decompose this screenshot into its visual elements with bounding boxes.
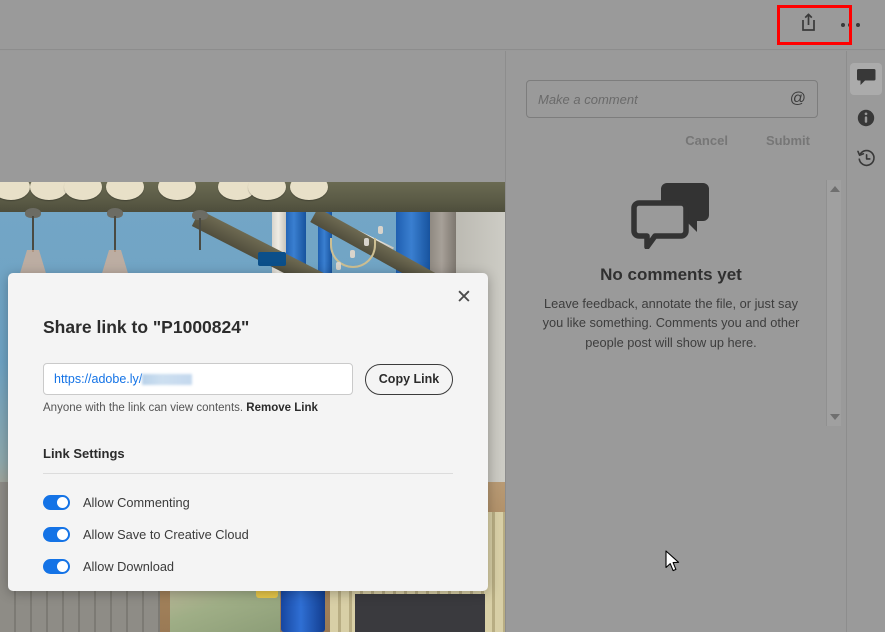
share-link-row: https://adobe.ly/ Copy Link <box>43 363 453 395</box>
share-dialog-title: Share link to "P1000824" <box>43 317 250 337</box>
share-link-redacted-portion <box>142 373 193 385</box>
link-settings-heading: Link Settings <box>43 446 125 461</box>
comment-actions: Cancel Submit <box>526 133 818 148</box>
toggle-switch-allow-commenting[interactable] <box>43 494 70 510</box>
comment-icon <box>856 68 876 90</box>
toggle-switch-allow-save-to-creative-cloud[interactable] <box>43 526 70 542</box>
right-rail <box>846 51 885 632</box>
link-settings-toggle-list: Allow Commenting Allow Save to Creative … <box>43 486 453 582</box>
toggle-label-allow-commenting: Allow Commenting <box>83 494 190 510</box>
link-settings-divider <box>43 473 453 474</box>
share-upload-icon <box>800 13 817 37</box>
info-icon <box>857 109 875 132</box>
comments-scrollbar[interactable] <box>826 180 841 426</box>
toggle-label-allow-save-to-creative-cloud: Allow Save to Creative Cloud <box>83 526 249 542</box>
copy-link-button[interactable]: Copy Link <box>365 363 453 395</box>
share-dialog-title-wrap: Share link to "P1000824" <box>43 317 249 338</box>
comment-input[interactable]: Make a comment @ <box>526 80 818 118</box>
speech-bubbles-icon <box>631 181 711 250</box>
lamp-discs <box>0 182 505 208</box>
remove-link-button[interactable]: Remove Link <box>246 402 318 414</box>
share-link-input[interactable]: https://adobe.ly/ <box>43 363 353 395</box>
at-mention-icon[interactable]: @ <box>790 91 806 107</box>
history-clock-icon <box>856 149 876 173</box>
toggle-row-allow-commenting[interactable]: Allow Commenting <box>43 486 453 518</box>
rail-item-history[interactable] <box>850 145 882 177</box>
cancel-button[interactable]: Cancel <box>685 133 728 148</box>
toggle-row-allow-download[interactable]: Allow Download <box>43 550 453 582</box>
scroll-down-arrow-icon[interactable] <box>827 410 842 424</box>
rail-item-comments[interactable] <box>850 63 882 95</box>
rail-item-info[interactable] <box>850 104 882 136</box>
comments-empty-description: Leave feedback, annotate the file, or ju… <box>542 296 800 350</box>
share-link-note-text: Anyone with the link can view contents. <box>43 402 244 414</box>
submit-button[interactable]: Submit <box>766 133 810 148</box>
scroll-up-arrow-icon[interactable] <box>827 182 842 196</box>
comment-input-placeholder: Make a comment <box>538 91 638 107</box>
share-button[interactable] <box>794 11 822 39</box>
top-toolbar <box>0 0 885 50</box>
more-options-icon <box>840 23 860 27</box>
comments-empty-state: No comments yet Leave feedback, annotate… <box>525 181 817 352</box>
app-window: ✕ Share link to "P1000824" https://adobe… <box>0 0 885 632</box>
share-link-note: Anyone with the link can view contents. … <box>43 402 318 414</box>
toggle-label-allow-download: Allow Download <box>83 558 175 574</box>
toolbar-actions <box>794 9 864 41</box>
toggle-row-allow-save-to-creative-cloud[interactable]: Allow Save to Creative Cloud <box>43 518 453 550</box>
comments-empty-title: No comments yet <box>600 265 742 284</box>
comments-panel: Make a comment @ Cancel Submit No commen… <box>506 51 846 632</box>
share-link-value: https://adobe.ly/ <box>54 372 143 386</box>
toggle-switch-allow-download[interactable] <box>43 558 70 574</box>
close-icon[interactable]: ✕ <box>449 282 479 312</box>
more-options-button[interactable] <box>836 11 864 39</box>
